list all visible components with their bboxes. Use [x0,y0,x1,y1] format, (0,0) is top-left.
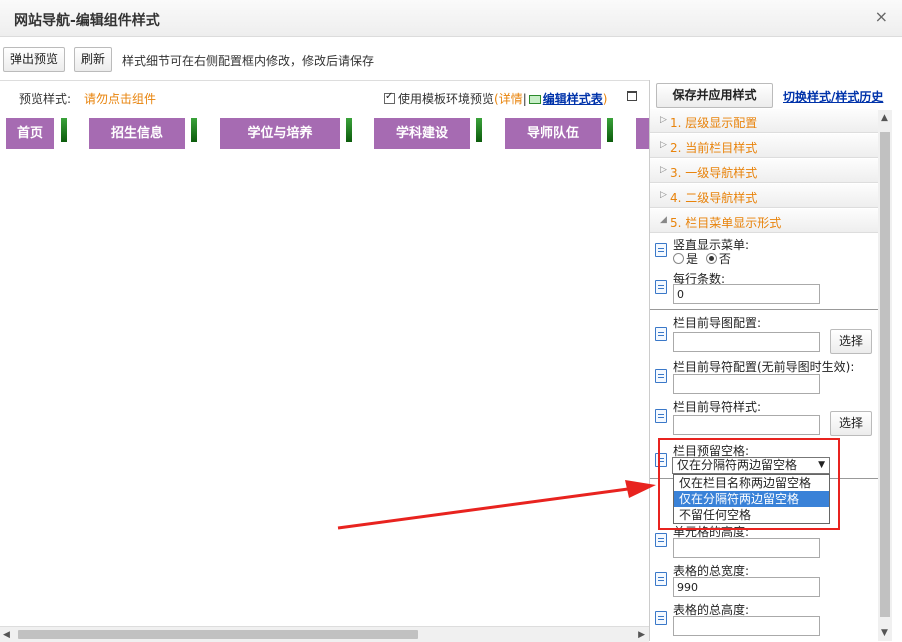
nav-separator [61,118,67,142]
save-apply-button[interactable]: 保存并应用样式 [656,83,773,108]
prefix-image-choose-button[interactable]: 选择 [830,329,872,354]
prefix-image-label: 栏目前导图配置: [673,316,762,330]
filter-icon [655,453,667,467]
section-label: 1. 层级显示配置 [670,116,758,130]
document-icon [655,533,667,547]
document-icon [655,572,667,586]
horizontal-scroll-thumb[interactable] [18,630,418,639]
edit-stylesheet-link[interactable]: 编辑样式表 [543,90,603,107]
dropdown-option[interactable]: 不留任何空格 [674,507,829,523]
nav-item-home: 首页 [6,118,54,149]
chevron-down-icon: ▼ [818,460,825,470]
preview-style-label: 预览样式: [19,92,72,106]
config-panel: 保存并应用样式 切换样式/样式历史 ▷ 1. 层级显示配置 ▷ 2. 当前栏目样… [649,80,902,641]
section-primary-nav[interactable]: ▷ 3. 一级导航样式 [650,159,878,183]
reserve-space-dropdown: 仅在栏目名称两边留空格 仅在分隔符两边留空格 不留任何空格 [673,474,830,524]
preview-stage: 首页 招生信息 学位与培养 学科建设 导师队伍 [0,113,649,625]
vertical-scrollbar[interactable]: ▲ ▼ [878,110,892,641]
scroll-right-icon[interactable]: ▶ [638,630,645,640]
document-icon [655,611,667,625]
scroll-down-icon[interactable]: ▼ [881,628,888,638]
radio-yes-label: 是 [686,252,699,266]
toolbar-hint: 样式细节可在右侧配置框内修改，修改后请保存 [122,54,375,68]
edit-icon [655,369,667,383]
title-bar: 网站导航-编辑组件样式 × [0,0,902,37]
panel-header: 保存并应用样式 切换样式/样式历史 [650,80,902,110]
prefix-symbol-style-label: 栏目前导符样式: [673,400,762,414]
table-width-input[interactable] [673,577,820,597]
nav-item-degrees: 学位与培养 [220,118,340,149]
toolbar: 弹出预览 刷新 样式细节可在右侧配置框内修改，修改后请保存 [0,38,902,80]
template-preview-options: 使用模板环境预览 (详情 | 编辑样式表 ) [384,90,607,107]
popup-preview-button[interactable]: 弹出预览 [3,47,66,72]
section-level-display[interactable]: ▷ 1. 层级显示配置 [650,109,878,133]
expand-icon: ▷ [660,165,667,175]
nav-item-disciplines: 学科建设 [374,118,470,149]
scroll-up-icon[interactable]: ▲ [881,113,888,123]
nav-item-partial [636,118,649,149]
reserve-space-selected-value: 仅在分隔符两边留空格 [677,458,798,472]
pipe-separator: | [522,91,527,106]
radio-no[interactable] [705,253,717,264]
divider [650,309,878,310]
expand-icon: ▷ [660,190,667,200]
reserve-space-select[interactable]: 仅在分隔符两边留空格 ▼ [672,457,830,474]
close-icon[interactable]: × [875,9,888,25]
prefix-image-input[interactable] [673,332,820,352]
nav-separator [476,118,482,142]
vertical-scroll-thumb[interactable] [880,132,890,617]
prefix-symbol-input[interactable] [673,374,820,394]
prefix-symbol-style-input[interactable] [673,415,820,435]
nav-separator [346,118,352,142]
nav-item-admissions: 招生信息 [89,118,185,149]
nav-item-supervisors: 导师队伍 [505,118,601,149]
maximize-icon[interactable] [627,91,637,101]
style-document-icon [655,409,667,423]
radio-yes[interactable] [673,253,684,264]
cell-height-input[interactable] [673,538,820,558]
prefix-symbol-label: 栏目前导符配置(无前导图时生效): [673,360,855,374]
scroll-left-icon[interactable]: ◀ [3,630,10,640]
document-icon [655,280,667,294]
section-label: 2. 当前栏目样式 [670,141,758,155]
nav-separator [191,118,197,142]
dialog-title: 网站导航-编辑组件样式 [14,13,160,29]
use-template-checkbox[interactable] [384,91,395,104]
section-secondary-nav[interactable]: ▷ 4. 二级导航样式 [650,184,878,208]
section-menu-display[interactable]: ◢ 5. 栏目菜单显示形式 [650,209,878,233]
vertical-menu-options: 是 否 [673,250,731,267]
expand-icon: ▷ [660,140,667,150]
radio-no-label: 否 [718,252,731,266]
section-current-column[interactable]: ▷ 2. 当前栏目样式 [650,134,878,158]
details-close-paren: ) [602,91,608,106]
edit-style-dialog: 网站导航-编辑组件样式 × 弹出预览 刷新 样式细节可在右侧配置框内修改，修改后… [0,0,902,642]
section-label: 3. 一级导航样式 [670,166,758,180]
horizontal-scrollbar[interactable]: ◀ ▶ [0,626,649,642]
expand-icon: ▷ [660,115,667,125]
config-sections: ▷ 1. 层级显示配置 ▷ 2. 当前栏目样式 ▷ 3. 一级导航样式 ▷ 4.… [650,109,878,641]
css-icon [528,95,541,104]
preview-area: 预览样式: 请勿点击组件 使用模板环境预览 (详情 | 编辑样式表 ) 首页 招… [0,80,649,642]
no-click-warning: 请勿点击组件 [84,92,157,106]
prefix-symbol-style-choose-button[interactable]: 选择 [830,411,872,436]
section-label: 5. 栏目菜单显示形式 [670,216,782,230]
nav-separator [607,118,613,142]
per-row-input[interactable] [673,284,820,304]
collapse-icon: ◢ [660,215,667,225]
switch-history-link[interactable]: 切换样式/样式历史 [783,88,883,105]
section-label: 4. 二级导航样式 [670,191,758,205]
refresh-button[interactable]: 刷新 [74,47,113,72]
table-height-input[interactable] [673,616,820,636]
preview-header: 预览样式: 请勿点击组件 使用模板环境预览 (详情 | 编辑样式表 ) [0,81,649,113]
dropdown-option-highlighted[interactable]: 仅在分隔符两边留空格 [674,491,829,507]
dropdown-option[interactable]: 仅在栏目名称两边留空格 [674,475,829,491]
document-icon [655,243,667,257]
use-template-label: 使用模板环境预览 [398,92,495,106]
search-document-icon [655,327,667,341]
details-link[interactable]: (详情 [494,90,523,107]
